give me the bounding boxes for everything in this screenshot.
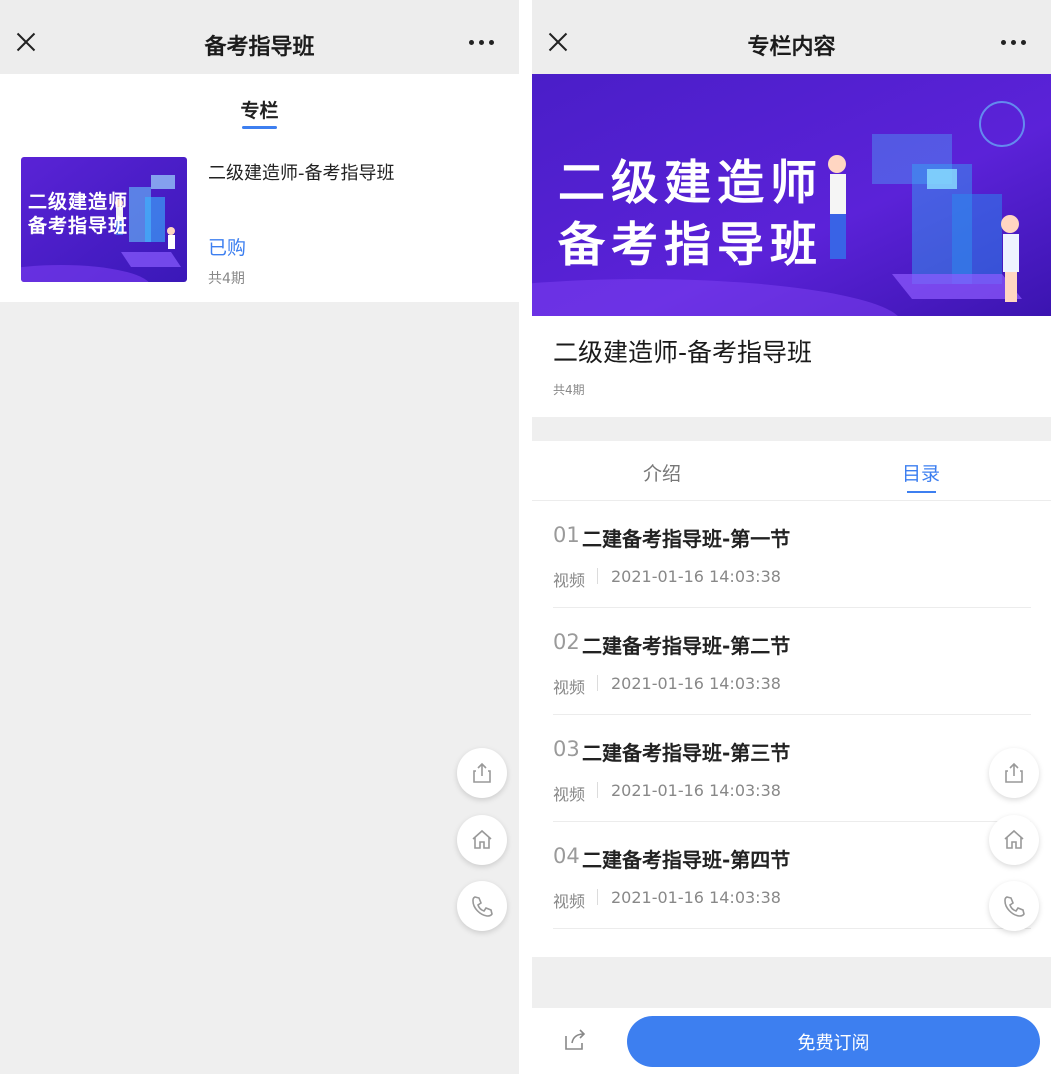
thumbnail-line1: 二级建造师 — [28, 191, 129, 213]
course-thumbnail: 二级建造师 备考指导班 — [21, 157, 187, 282]
stage: 备考指导班 专栏 二级建造师 备考指导班 二级建造师-备考指导班 已购 共4期 … — [0, 0, 1051, 1074]
more-icon[interactable] — [1001, 40, 1027, 46]
lesson-type: 视频 — [553, 785, 586, 804]
navbar: 专栏内容 — [532, 0, 1051, 74]
course-card[interactable]: 二级建造师 备考指导班 二级建造师-备考指导班 已购 共4期 — [21, 157, 501, 287]
course-title: 二级建造师-备考指导班 — [553, 338, 813, 367]
home-button[interactable] — [989, 815, 1039, 865]
lesson-date: 2021-01-16 14:03:38 — [611, 567, 781, 586]
banner-line2: 备考指导班 — [558, 218, 823, 273]
course-info: 二级建造师-备考指导班 共4期 — [532, 316, 1051, 417]
lesson-list: 01 二建备考指导班-第一节 视频 2021-01-16 14:03:38 02… — [532, 501, 1051, 957]
list-item[interactable]: 01 二建备考指导班-第一节 视频 2021-01-16 14:03:38 — [553, 501, 1031, 608]
list-item[interactable]: 03 二建备考指导班-第三节 视频 2021-01-16 14:03:38 — [553, 715, 1031, 822]
page-title: 备考指导班 — [204, 35, 315, 60]
list-item[interactable]: 04 二建备考指导班-第四节 视频 2021-01-16 14:03:38 — [553, 822, 1031, 929]
divider — [597, 675, 598, 691]
home-icon — [1004, 829, 1024, 849]
list-item[interactable]: 02 二建备考指导班-第二节 视频 2021-01-16 14:03:38 — [553, 608, 1031, 715]
share-button[interactable] — [989, 748, 1039, 798]
lesson-type: 视频 — [553, 571, 586, 590]
share-icon[interactable] — [562, 1026, 588, 1052]
home-button[interactable] — [457, 815, 507, 865]
thumbnail-line2: 备考指导班 — [28, 215, 129, 237]
divider — [597, 568, 598, 584]
lesson-type: 视频 — [553, 892, 586, 911]
lesson-date: 2021-01-16 14:03:38 — [611, 674, 781, 693]
lesson-number: 03 — [553, 737, 580, 761]
episode-count: 共4期 — [553, 383, 585, 397]
lesson-title: 二建备考指导班-第四节 — [582, 848, 791, 872]
tab-catalog[interactable]: 目录 — [861, 459, 981, 486]
tab-bar: 介绍 目录 — [532, 441, 1051, 501]
tab-column[interactable]: 专栏 — [0, 96, 519, 123]
lesson-title: 二建备考指导班-第三节 — [582, 741, 791, 765]
phone-icon — [1004, 896, 1025, 917]
divider — [597, 782, 598, 798]
left-screen: 备考指导班 专栏 二级建造师 备考指导班 二级建造师-备考指导班 已购 共4期 — [0, 0, 519, 1074]
share-icon — [1005, 762, 1023, 783]
course-banner: 二级建造师 备考指导班 — [532, 74, 1051, 316]
lesson-type: 视频 — [553, 678, 586, 697]
tab-underline — [907, 491, 936, 493]
page-title: 专栏内容 — [747, 35, 836, 60]
tab-intro[interactable]: 介绍 — [602, 459, 722, 486]
lesson-number: 01 — [553, 523, 580, 547]
more-icon[interactable] — [469, 40, 495, 46]
column-section: 专栏 二级建造师 备考指导班 二级建造师-备考指导班 已购 共4期 — [0, 74, 519, 302]
lesson-date: 2021-01-16 14:03:38 — [611, 781, 781, 800]
tab-underline — [242, 126, 277, 129]
phone-icon — [472, 896, 493, 917]
thumbnail-text: 二级建造师 备考指导班 — [28, 190, 128, 238]
home-icon — [472, 829, 492, 849]
right-screen: 专栏内容 二级建造师 备考指导班 二级建造师-备考指导班 共4期 介绍 目录 0… — [532, 0, 1051, 1074]
lesson-number: 04 — [553, 844, 580, 868]
lesson-title: 二建备考指导班-第一节 — [582, 527, 791, 551]
lesson-title: 二建备考指导班-第二节 — [582, 634, 791, 658]
banner-line1: 二级建造师 — [558, 156, 823, 211]
lesson-date: 2021-01-16 14:03:38 — [611, 888, 781, 907]
lesson-number: 02 — [553, 630, 580, 654]
bottom-bar: 免费订阅 — [532, 1008, 1051, 1074]
phone-button[interactable] — [457, 881, 507, 931]
phone-button[interactable] — [989, 881, 1039, 931]
share-icon — [473, 762, 491, 783]
purchased-status: 已购 — [208, 237, 247, 259]
navbar: 备考指导班 — [0, 0, 519, 74]
course-title: 二级建造师-备考指导班 — [208, 163, 395, 184]
share-button[interactable] — [457, 748, 507, 798]
episode-count: 共4期 — [208, 271, 245, 287]
subscribe-button[interactable]: 免费订阅 — [627, 1016, 1040, 1067]
divider — [597, 889, 598, 905]
